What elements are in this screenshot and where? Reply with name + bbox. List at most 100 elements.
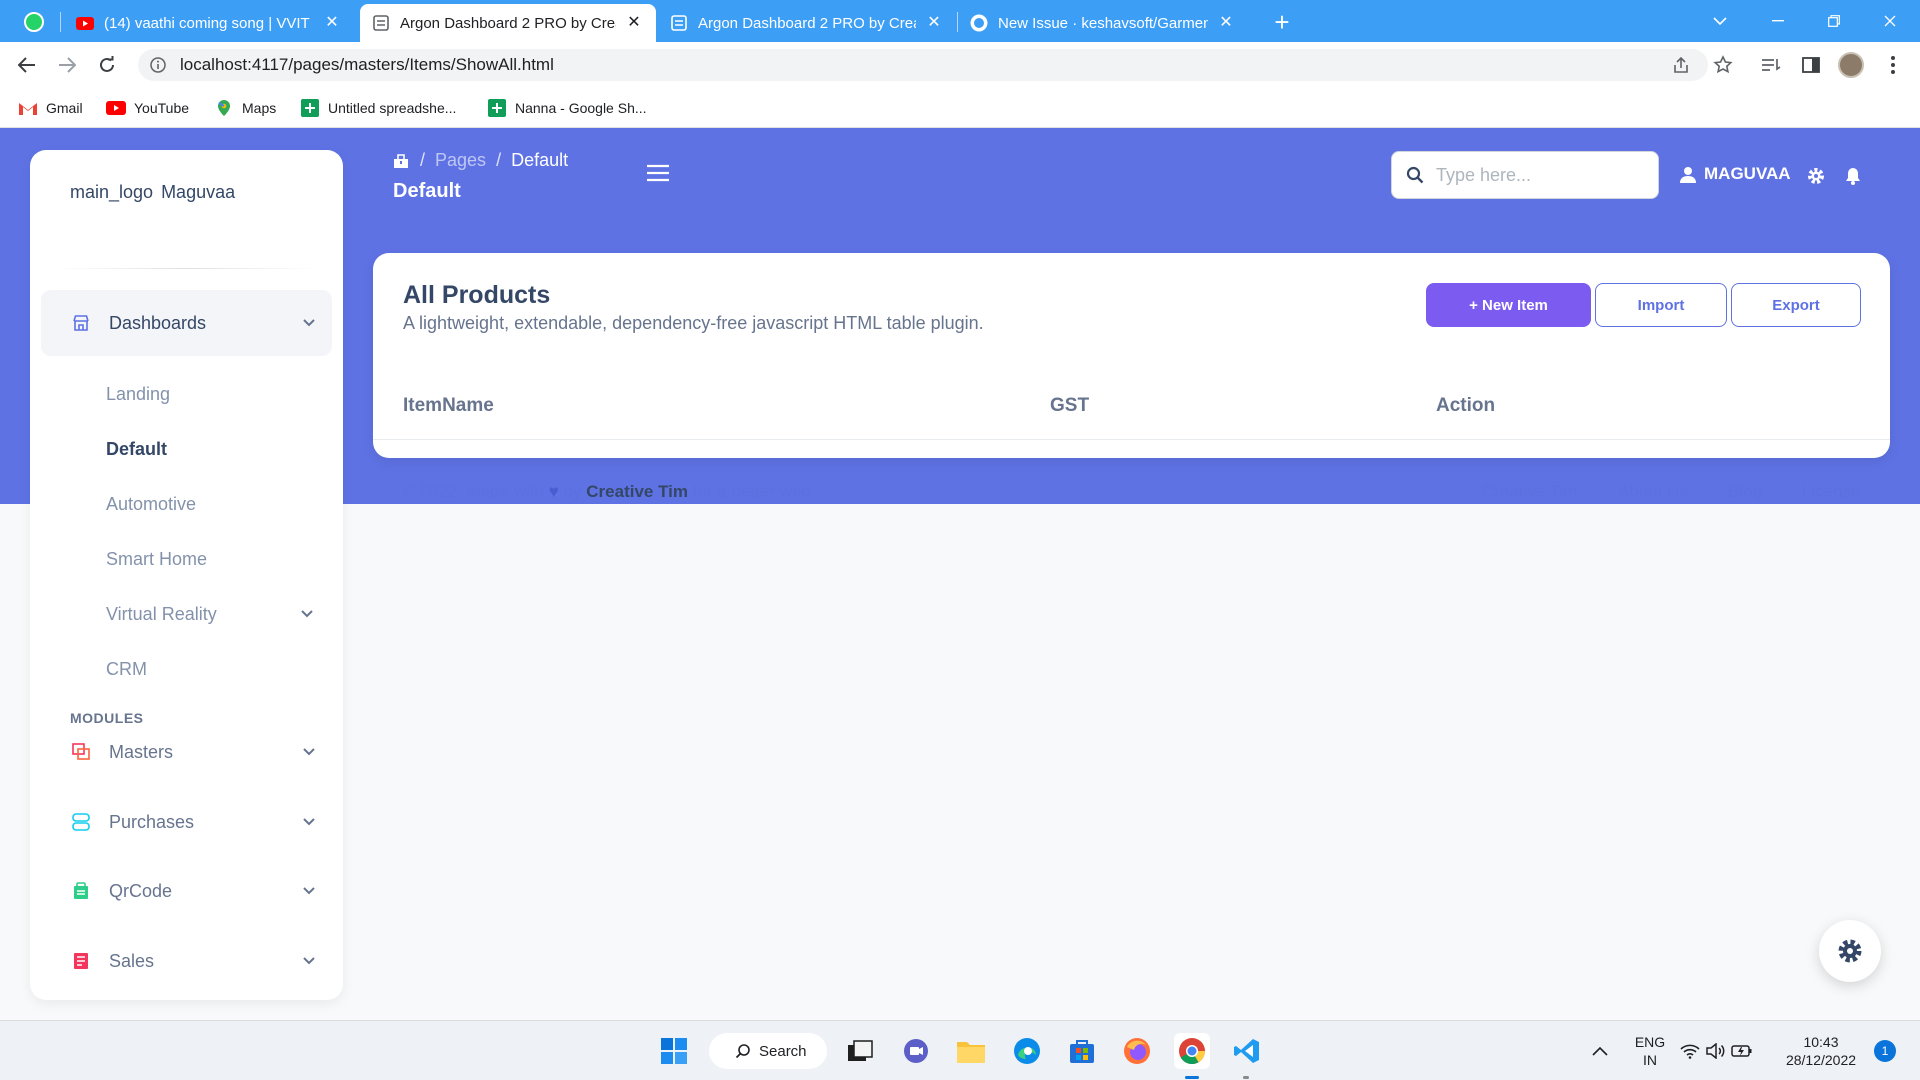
hamburger-menu-icon[interactable]: [646, 164, 670, 184]
share-icon[interactable]: [1668, 52, 1694, 78]
masters-icon: [69, 743, 93, 761]
bookmark-untitled-spreadsheet[interactable]: Untitled spreadshe...: [300, 96, 456, 120]
vscode-icon[interactable]: [1229, 1033, 1265, 1069]
edge-browser-icon[interactable]: [1009, 1033, 1045, 1069]
bookmark-star-icon[interactable]: [1710, 52, 1736, 78]
sidebar-item-masters[interactable]: Masters: [41, 730, 332, 774]
firefox-icon[interactable]: [1119, 1033, 1155, 1069]
column-header-itemname[interactable]: ItemName: [403, 395, 494, 417]
sidebar-subitem-default[interactable]: Default: [106, 439, 167, 460]
sidebar-item-qrcode[interactable]: QrCode: [41, 869, 332, 913]
site-info-icon[interactable]: [150, 57, 166, 73]
file-explorer-icon[interactable]: [953, 1033, 989, 1069]
windows-start-icon[interactable]: [656, 1033, 692, 1069]
import-button[interactable]: Import: [1595, 283, 1727, 327]
chevron-down-icon[interactable]: [301, 610, 313, 618]
search-icon: [1406, 166, 1424, 184]
browser-tab[interactable]: New Issue · keshavsoft/Garments ✕: [958, 4, 1248, 42]
language-indicator[interactable]: ENG IN: [1630, 1033, 1670, 1069]
footer-link-about[interactable]: About Us: [1618, 482, 1688, 502]
bookmark-youtube[interactable]: YouTube: [106, 96, 189, 120]
close-tab-icon[interactable]: ✕: [1216, 13, 1236, 33]
home-icon[interactable]: [392, 153, 410, 169]
user-signin[interactable]: MAGUVAA: [1680, 164, 1791, 184]
tab-title: Argon Dashboard 2 PRO by Crea: [698, 14, 916, 32]
maps-icon: [214, 100, 234, 116]
sidebar-item-label: QrCode: [109, 880, 173, 901]
footer-link-blog[interactable]: Blog: [1728, 482, 1762, 502]
tab-search-icon[interactable]: [1694, 0, 1746, 42]
teams-chat-icon[interactable]: [898, 1033, 934, 1069]
whatsapp-icon[interactable]: [24, 12, 44, 32]
side-panel-icon[interactable]: [1798, 52, 1824, 78]
shop-icon: [69, 314, 93, 332]
search-input[interactable]: [1436, 164, 1636, 186]
close-tab-icon[interactable]: ✕: [624, 13, 644, 33]
sidebar-item-sales[interactable]: Sales: [41, 939, 332, 983]
bell-icon[interactable]: [1843, 166, 1863, 186]
sidebar-subitem-automotive[interactable]: Automotive: [106, 494, 196, 515]
language-code: ENG: [1634, 1034, 1666, 1050]
column-header-action[interactable]: Action: [1436, 395, 1495, 417]
forward-icon[interactable]: [52, 50, 82, 80]
sidebar-item-label: Sales: [109, 950, 155, 971]
restore-icon[interactable]: [1808, 0, 1860, 42]
sidebar-subitem-smart-home[interactable]: Smart Home: [106, 549, 207, 570]
products-card: All Products A lightweight, extendable, …: [373, 253, 1890, 458]
brand[interactable]: main_logo Maguvaa: [70, 182, 235, 203]
close-window-icon[interactable]: [1864, 0, 1916, 42]
footer-link-license[interactable]: License: [1802, 482, 1861, 502]
argon-icon: [670, 14, 688, 32]
bookmark-nanna-sheet[interactable]: Nanna - Google Sh...: [487, 96, 647, 120]
app-viewport: © 2022, made with ♥ by Creative Tim for …: [0, 128, 1920, 1020]
chevron-up-icon[interactable]: [1582, 1033, 1618, 1069]
taskbar-search[interactable]: Search: [709, 1033, 827, 1069]
close-tab-icon[interactable]: ✕: [322, 13, 342, 33]
close-tab-icon[interactable]: ✕: [924, 13, 944, 33]
reading-list-icon[interactable]: [1758, 52, 1784, 78]
sidebar-item-purchases[interactable]: Purchases: [41, 800, 332, 844]
configurator-button[interactable]: [1819, 920, 1881, 982]
volume-icon[interactable]: [1704, 1033, 1728, 1069]
footer-link-creative-tim[interactable]: Creative Tim: [1482, 482, 1577, 502]
back-icon[interactable]: [12, 50, 42, 80]
settings-gear-icon[interactable]: [1806, 166, 1826, 186]
footer-author-link[interactable]: Creative Tim: [586, 482, 688, 501]
purchases-icon: [69, 813, 93, 831]
reload-icon[interactable]: [92, 50, 122, 80]
taskbar-search-label: Search: [759, 1042, 807, 1060]
new-tab-button[interactable]: +: [1268, 8, 1296, 36]
wifi-icon[interactable]: [1678, 1033, 1702, 1069]
microsoft-store-icon[interactable]: [1064, 1033, 1100, 1069]
chrome-icon[interactable]: [1174, 1033, 1210, 1069]
search-icon: [735, 1043, 751, 1059]
breadcrumb-separator: /: [420, 150, 426, 170]
task-view-icon[interactable]: [842, 1033, 878, 1069]
address-bar[interactable]: localhost:4117/pages/masters/Items/ShowA…: [138, 49, 1708, 81]
sidebar-subitem-crm[interactable]: CRM: [106, 659, 147, 680]
minimize-icon[interactable]: [1752, 0, 1804, 42]
heart-icon: ♥: [548, 482, 559, 501]
bookmark-gmail[interactable]: Gmail: [18, 96, 83, 120]
sidebar-item-dashboards[interactable]: Dashboards: [41, 290, 332, 356]
column-header-gst[interactable]: GST: [1050, 395, 1089, 417]
brand-name: Maguvaa: [161, 182, 236, 202]
clock[interactable]: 10:43 28/12/2022: [1776, 1033, 1866, 1069]
browser-tab-active[interactable]: Argon Dashboard 2 PRO by Crea ✕: [360, 4, 656, 42]
sidebar-subitem-virtual-reality[interactable]: Virtual Reality: [106, 604, 217, 625]
browser-tab[interactable]: Argon Dashboard 2 PRO by Crea ✕: [658, 4, 956, 42]
new-item-button[interactable]: + New Item: [1426, 283, 1591, 327]
battery-icon[interactable]: [1730, 1033, 1754, 1069]
sidebar-item-label: Dashboards: [109, 312, 207, 333]
breadcrumb-pages[interactable]: Pages: [435, 150, 486, 171]
browser-menu-icon[interactable]: [1880, 52, 1906, 78]
export-button[interactable]: Export: [1731, 283, 1861, 327]
sidebar-subitem-landing[interactable]: Landing: [106, 384, 170, 405]
search-box[interactable]: [1391, 151, 1659, 199]
browser-tab[interactable]: (14) vaathi coming song | VVIT C ✕: [64, 4, 354, 42]
bookmark-maps[interactable]: Maps: [214, 96, 276, 120]
qrcode-icon: [69, 882, 93, 900]
notification-badge[interactable]: 1: [1874, 1040, 1896, 1062]
sales-icon: [69, 952, 93, 970]
profile-avatar[interactable]: [1838, 52, 1864, 78]
